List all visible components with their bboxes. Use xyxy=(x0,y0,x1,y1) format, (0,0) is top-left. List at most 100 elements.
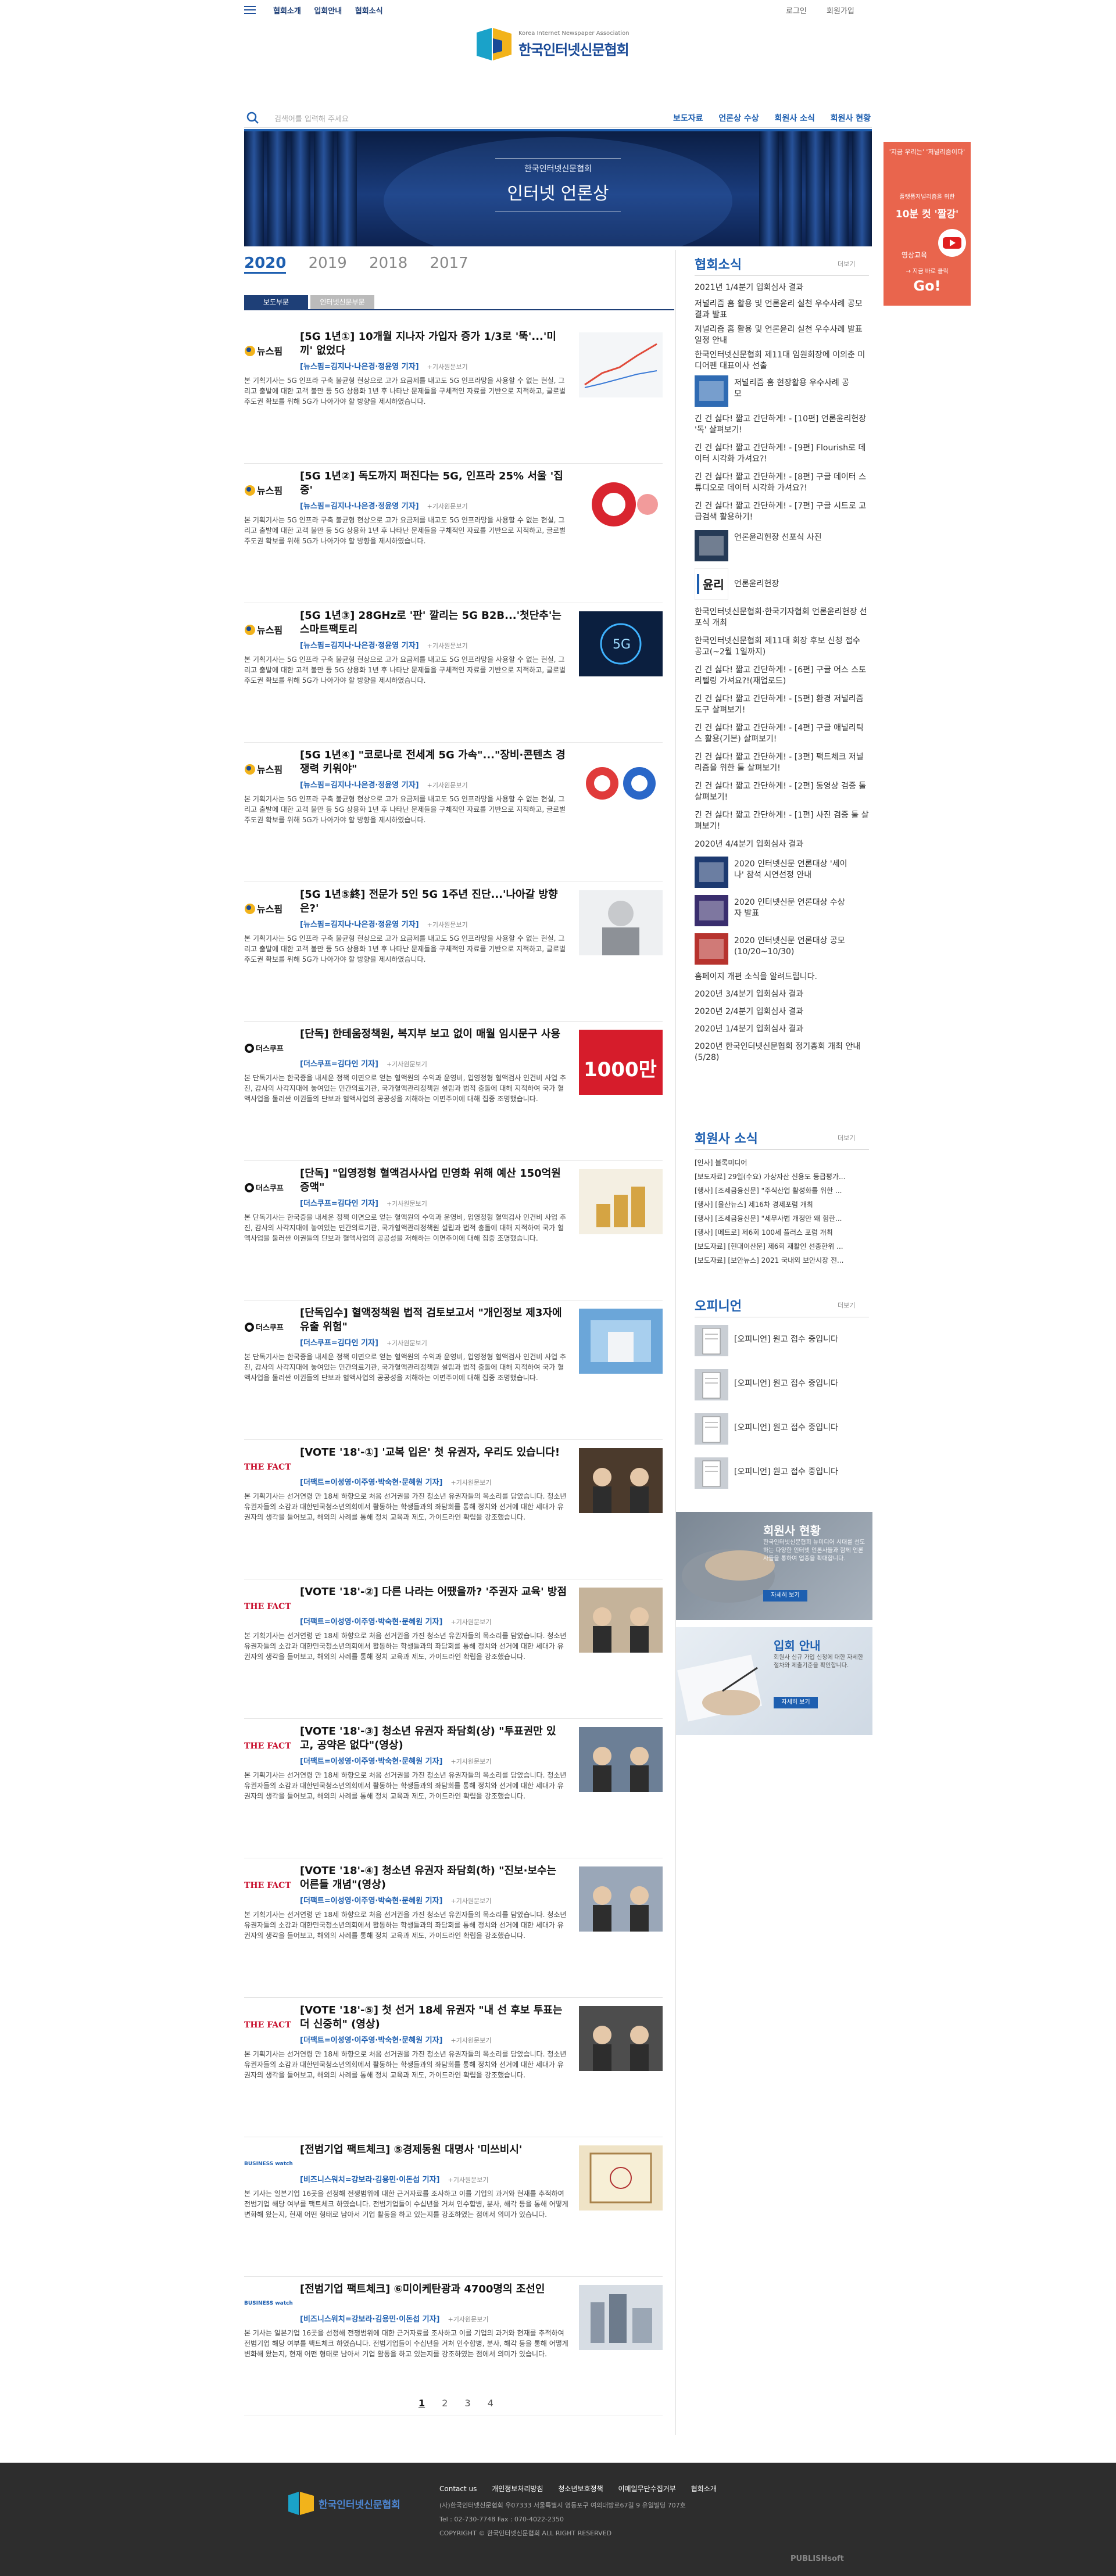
tab-press[interactable]: 보도부문 xyxy=(244,295,308,309)
article-thumbnail[interactable] xyxy=(579,332,663,397)
article-thumbnail[interactable] xyxy=(579,2006,663,2071)
login-link[interactable]: 로그인 xyxy=(786,7,807,16)
article-item[interactable]: THE FACT [VOTE '18'-④] 청소년 유권자 좌담회(하) "진보… xyxy=(244,1856,663,1998)
article-title[interactable]: [VOTE '18'-④] 청소년 유권자 좌담회(하) "진보·보수는 어른들… xyxy=(300,1864,567,1892)
member-news-item[interactable]: [행사] [조세금융신문] "세무사법 개정안 왜 힘한... xyxy=(695,1212,869,1225)
news-list-item[interactable]: 한국인터넷신문협회 제11대 임원회장에 이의춘 미디어펜 대표이사 선출 xyxy=(695,350,869,372)
floating-ad-banner[interactable]: '지금 우리는' '저널리즘이다' 플랫폼저널리즘을 위한 10분 컷 '짤강'… xyxy=(884,142,971,306)
opinion-item[interactable]: [오피니언] 원고 접수 중입니다 xyxy=(734,1334,850,1345)
article-thumbnail[interactable]: 1000만 xyxy=(579,1030,663,1095)
news-list-item[interactable]: 2020 인터넷신문 언론대상 수상자 발표 xyxy=(734,897,850,919)
news-list-item[interactable]: 2020 인터넷신문 언론대상 공모(10/20~10/30) xyxy=(734,936,850,958)
opinion-more[interactable]: 더보기 xyxy=(838,1300,855,1310)
opinion-thumbnail[interactable] xyxy=(695,1369,728,1400)
opinion-thumbnail[interactable] xyxy=(695,1325,728,1356)
top-link-news[interactable]: 협회소식 xyxy=(355,7,383,16)
article-title[interactable]: [단독입수] 혈액정책원 법적 검토보고서 "개인정보 제3자에 유출 위험" xyxy=(300,1306,567,1334)
news-list-item[interactable]: 2020년 4/4분기 입회심사 결과 xyxy=(695,839,869,850)
article-thumbnail[interactable] xyxy=(579,2145,663,2210)
news-list-item[interactable]: 언론윤리헌장 xyxy=(734,579,850,590)
article-title[interactable]: [전범기업 팩트체크] ⑤경제동원 대명사 '미쓰비시' xyxy=(300,2143,567,2157)
nav-member-news[interactable]: 회원사 소식 xyxy=(775,114,815,123)
hamburger-menu-icon[interactable] xyxy=(244,6,256,14)
article-thumbnail[interactable] xyxy=(579,1866,663,1932)
article-title[interactable]: [전범기업 팩트체크] ⑥미이케탄광과 4700명의 조선인 xyxy=(300,2283,567,2296)
original-link[interactable]: +기사원문보기 xyxy=(450,2037,491,2044)
news-thumbnail[interactable] xyxy=(695,857,728,888)
news-list-item[interactable]: 긴 건 싫다! 짧고 간단하게! - [7편] 구글 시트로 고급검색 활용하기… xyxy=(695,501,869,523)
article-item[interactable]: 뉴스핌 [5G 1년④] "코로나로 전세계 5G 가속"..."장비·콘텐츠 경… xyxy=(244,740,663,882)
article-thumbnail[interactable]: 5G xyxy=(579,611,663,676)
opinion-thumbnail[interactable] xyxy=(695,1413,728,1445)
member-news-item[interactable]: [행사] [메트로] 제6회 100세 플러스 포럼 개최 xyxy=(695,1226,869,1239)
original-link[interactable]: +기사원문보기 xyxy=(450,1618,491,1626)
news-list-item[interactable]: 긴 건 싫다! 짧고 간단하게! - [1편] 사진 검증 툴 살펴보기! xyxy=(695,810,869,832)
nav-press-release[interactable]: 보도자료 xyxy=(673,114,703,123)
news-thumbnail[interactable] xyxy=(695,933,728,965)
article-item[interactable]: 뉴스핌 [5G 1년①] 10개월 지나자 가입자 증가 1/3로 '뚝'...'… xyxy=(244,322,663,464)
footer-link-email[interactable]: 이메일무단수집거부 xyxy=(618,2485,675,2493)
article-item[interactable]: 더스쿠프 [단독] 한테움정책원, 복지부 보고 없이 매월 임시문구 사용 [더스… xyxy=(244,1019,663,1161)
year-tab-2019[interactable]: 2019 xyxy=(309,255,347,272)
original-link[interactable]: +기사원문보기 xyxy=(448,2176,489,2184)
news-list-item[interactable]: 2020년 1/4분기 입회심사 결과 xyxy=(695,1024,869,1035)
member-news-more[interactable]: 더보기 xyxy=(838,1133,855,1142)
article-title[interactable]: [5G 1년②] 독도까지 퍼진다는 5G, 인프라 25% 서울 '집중' xyxy=(300,470,567,497)
article-thumbnail[interactable] xyxy=(579,472,663,537)
association-news-more[interactable]: 더보기 xyxy=(838,259,855,268)
article-item[interactable]: 더스쿠프 [단독입수] 혈액정책원 법적 검토보고서 "개인정보 제3자에 유출 … xyxy=(244,1298,663,1440)
year-tab-2018[interactable]: 2018 xyxy=(369,255,407,272)
opinion-item[interactable]: [오피니언] 원고 접수 중입니다 xyxy=(734,1423,850,1434)
top-link-about[interactable]: 협회소개 xyxy=(273,7,301,16)
original-link[interactable]: +기사원문보기 xyxy=(427,642,468,650)
news-thumbnail[interactable] xyxy=(695,375,728,407)
article-item[interactable]: THE FACT [VOTE '18'-①] '교복 입은' 첫 유권자, 우리도… xyxy=(244,1438,663,1579)
news-list-item[interactable]: 한국인터넷신문협회 제11대 회장 후보 신청 접수 공고(~2월 1일까지) xyxy=(695,636,869,658)
top-link-join-guide[interactable]: 입회안내 xyxy=(314,7,342,16)
news-list-item[interactable]: 저널리즘 홈 활용 및 언론윤리 실천 우수사례 발표 일정 안내 xyxy=(695,324,869,346)
news-list-item[interactable]: 한국인터넷신문협회·한국기자협회 언론윤리헌장 선포식 개최 xyxy=(695,607,869,629)
news-list-item[interactable]: 긴 건 싫다! 짧고 간단하게! - [6편] 구글 어스 스토리텔링 가셔요?… xyxy=(695,665,869,687)
original-link[interactable]: +기사원문보기 xyxy=(387,1339,427,1347)
article-title[interactable]: [VOTE '18'-②] 다른 나라는 어땠을까? '주권자 교육' 방점 xyxy=(300,1585,567,1599)
news-thumbnail[interactable] xyxy=(695,895,728,926)
opinion-thumbnail[interactable] xyxy=(695,1457,728,1489)
member-news-item[interactable]: [행사] [조세금융신문] "주식산업 활성화를 위한 ... xyxy=(695,1184,869,1197)
article-title[interactable]: [5G 1년④] "코로나로 전세계 5G 가속"..."장비·콘텐츠 경쟁력 … xyxy=(300,748,567,776)
original-link[interactable]: +기사원문보기 xyxy=(448,2316,489,2323)
news-list-item[interactable]: 긴 건 싫다! 짧고 간단하게! - [4편] 구글 애널리틱스 활용(기본) … xyxy=(695,723,869,745)
article-title[interactable]: [5G 1년①] 10개월 지나자 가입자 증가 1/3로 '뚝'...'미끼'… xyxy=(300,330,567,358)
original-link[interactable]: +기사원문보기 xyxy=(450,1897,491,1905)
original-link[interactable]: +기사원문보기 xyxy=(387,1061,427,1068)
page-1[interactable]: 1 xyxy=(419,2398,425,2409)
article-item[interactable]: THE FACT [VOTE '18'-②] 다른 나라는 어땠을까? '주권자 … xyxy=(244,1577,663,1719)
news-list-item[interactable]: 2020 인터넷신문 언론대상 '세이나' 참석 시연선정 안내 xyxy=(734,859,850,881)
page-3[interactable]: 3 xyxy=(465,2398,471,2409)
original-link[interactable]: +기사원문보기 xyxy=(427,782,468,789)
member-news-item[interactable]: [행사] [울산뉴스] 제16차 경제포럼 개최 xyxy=(695,1198,869,1211)
article-item[interactable]: THE FACT [VOTE '18'-⑤] 첫 선거 18세 유권자 "내 선 … xyxy=(244,1995,663,2137)
opinion-item[interactable]: [오피니언] 원고 접수 중입니다 xyxy=(734,1378,850,1389)
news-list-item[interactable]: 언론윤리헌장 선포식 사진 xyxy=(734,532,850,543)
article-title[interactable]: [VOTE '18'-①] '교복 입은' 첫 유권자, 우리도 있습니다! xyxy=(300,1446,567,1460)
year-tab-2020[interactable]: 2020 xyxy=(244,255,287,274)
news-list-item[interactable]: 2020년 한국인터넷신문협회 정기총회 개최 안내(5/28) xyxy=(695,1041,869,1063)
year-tab-2017[interactable]: 2017 xyxy=(430,255,468,272)
member-news-item[interactable]: [보도자료] [보안뉴스] 2021 국내외 보안시장 전... xyxy=(695,1254,869,1267)
original-link[interactable]: +기사원문보기 xyxy=(427,921,468,929)
news-list-item[interactable]: 홈페이지 개편 소식을 알려드립니다. xyxy=(695,972,869,983)
article-title[interactable]: [5G 1년⑤終] 전문가 5인 5G 1주년 진단...'나아갈 방향은?' xyxy=(300,888,567,916)
news-list-item[interactable]: 2020년 3/4분기 입회심사 결과 xyxy=(695,989,869,1000)
original-link[interactable]: +기사원문보기 xyxy=(427,503,468,510)
article-thumbnail[interactable] xyxy=(579,1588,663,1653)
article-title[interactable]: [VOTE '18'-⑤] 첫 선거 18세 유권자 "내 선 후보 투표는 더… xyxy=(300,2004,567,2032)
article-title[interactable]: [VOTE '18'-③] 청소년 유권자 좌담회(상) "투표권만 있고, 공… xyxy=(300,1725,567,1753)
news-list-item[interactable]: 2021년 1/4분기 입회심사 결과 xyxy=(695,282,869,293)
article-item[interactable]: 뉴스핌 [5G 1년③] 28GHz로 '판' 깔리는 5G B2B...'첫단추… xyxy=(244,601,663,743)
page-2[interactable]: 2 xyxy=(442,2398,448,2409)
article-item[interactable]: 뉴스핌 [5G 1년②] 독도까지 퍼진다는 5G, 인프라 25% 서울 '집중… xyxy=(244,461,663,603)
tab-internet-news[interactable]: 인터넷신문부문 xyxy=(310,295,374,309)
news-list-item[interactable]: 긴 건 싫다! 짧고 간단하게! - [9편] Flourish로 데이터 시각… xyxy=(695,443,869,465)
nav-awards[interactable]: 언론상 수상 xyxy=(718,114,759,123)
card-button[interactable]: 자세히 보기 xyxy=(774,1697,818,1708)
